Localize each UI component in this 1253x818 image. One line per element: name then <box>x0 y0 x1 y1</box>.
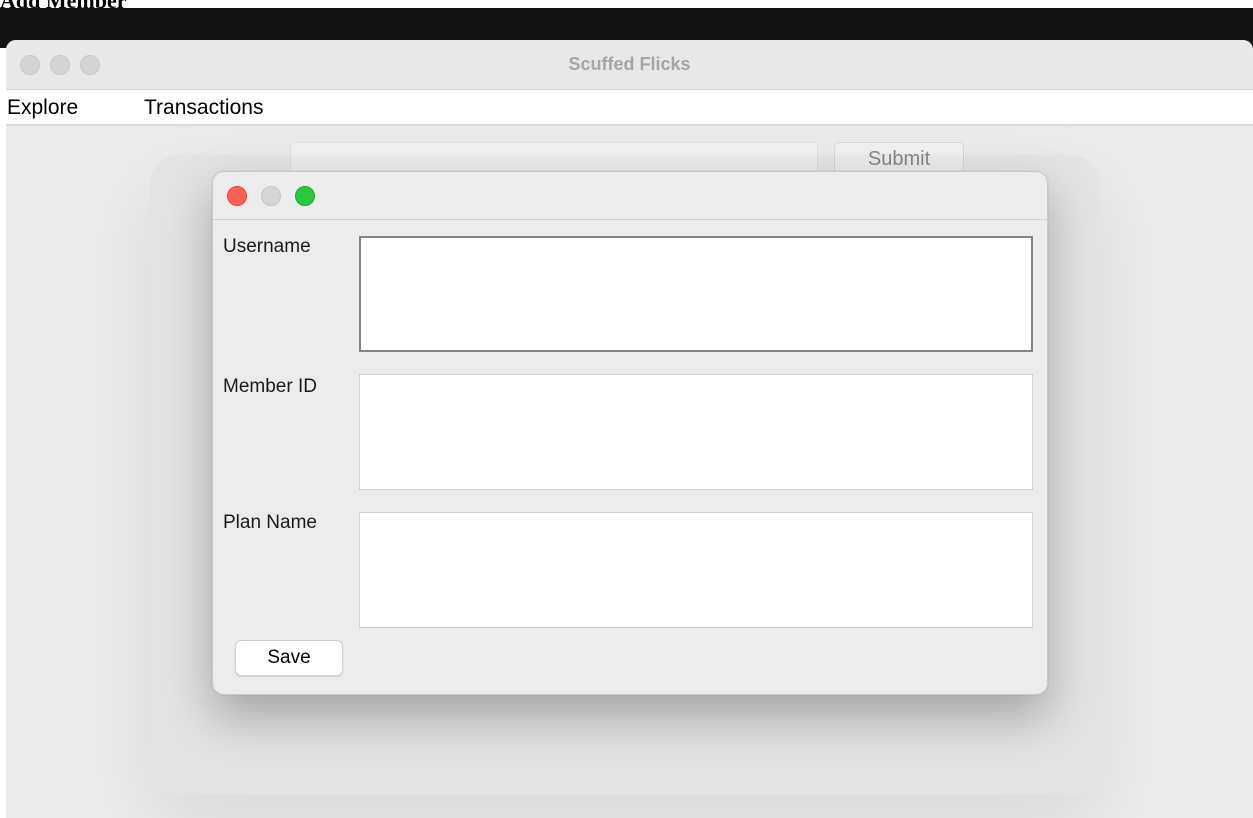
plan-name-label: Plan Name <box>223 512 317 533</box>
dialog-titlebar[interactable] <box>213 172 1047 220</box>
menu-explore[interactable]: Explore <box>7 96 78 120</box>
main-titlebar[interactable]: Scuffed Flicks <box>6 40 1253 90</box>
username-field[interactable] <box>359 236 1033 352</box>
menu-bar: Explore Transactions <box>6 90 1253 126</box>
plan-name-field[interactable] <box>359 512 1033 628</box>
window-title: Scuffed Flicks <box>568 54 691 74</box>
member-id-label: Member ID <box>223 376 317 397</box>
minimize-icon[interactable] <box>261 186 281 206</box>
window-caption: Add Member <box>0 0 127 13</box>
menu-transactions[interactable]: Transactions <box>144 96 263 120</box>
member-id-field[interactable] <box>359 374 1033 490</box>
add-member-dialog: Username Member ID Plan Name Save <box>212 171 1048 695</box>
maximize-icon[interactable] <box>295 186 315 206</box>
username-label: Username <box>223 236 311 257</box>
close-icon[interactable] <box>227 186 247 206</box>
save-button[interactable]: Save <box>235 640 343 676</box>
